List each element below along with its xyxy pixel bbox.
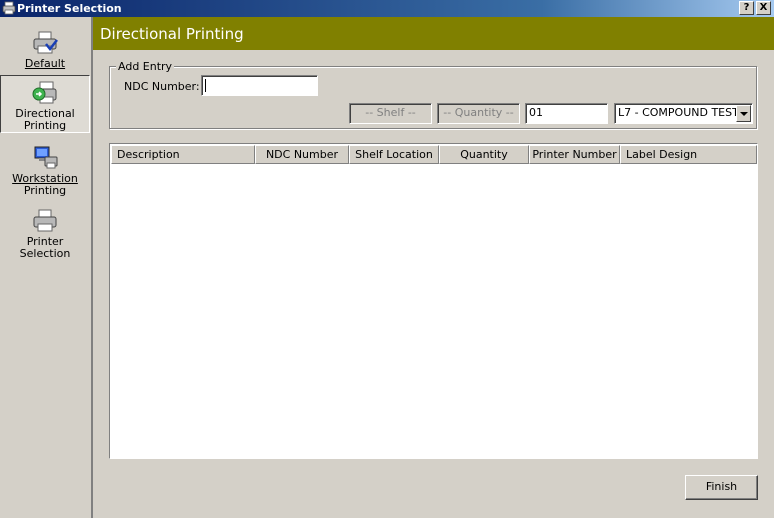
column-header-printer-number[interactable]: Printer Number — [529, 145, 620, 164]
sidebar-item-directional-printing[interactable]: Directional Printing — [0, 75, 90, 133]
title-bar: Printer Selection ? X — [0, 0, 774, 17]
add-entry-legend: Add Entry — [116, 60, 175, 73]
directional-printer-icon — [32, 81, 57, 104]
help-button[interactable]: ? — [739, 1, 754, 15]
column-header-ndc-number[interactable]: NDC Number — [255, 145, 349, 164]
quantity-field[interactable]: -- Quantity -- — [437, 103, 520, 124]
column-header-shelf-location[interactable]: Shelf Location — [349, 145, 439, 164]
shelf-field[interactable]: -- Shelf -- — [349, 103, 432, 124]
chevron-down-icon[interactable] — [736, 105, 751, 122]
printer-selection-window: Printer Selection ? X Default Directiona… — [0, 0, 774, 518]
text-cursor — [205, 78, 206, 92]
label-design-select[interactable]: L7 - COMPOUND TEST L — [614, 103, 753, 124]
printer-number-field[interactable]: 01 — [525, 103, 608, 124]
window-title: Printer Selection — [17, 2, 122, 15]
sidebar-item-label: Printing — [23, 184, 67, 197]
page-header: Directional Printing — [93, 17, 774, 50]
printer-icon — [33, 209, 57, 232]
workstation-icon — [34, 146, 58, 169]
sidebar-item-workstation-printing[interactable]: Workstation Printing — [0, 145, 90, 197]
page-title: Directional Printing — [100, 25, 244, 43]
ndc-number-input[interactable] — [201, 75, 318, 96]
entries-table[interactable]: Description NDC Number Shelf Location Qu… — [109, 143, 758, 459]
sidebar-item-default[interactable]: Default — [0, 30, 90, 80]
finish-button[interactable]: Finish — [685, 475, 758, 500]
ndc-number-label: NDC Number: — [124, 80, 200, 93]
sidebar-item-label: Default — [24, 57, 66, 70]
sidebar-item-label: Selection — [19, 247, 71, 260]
column-header-description[interactable]: Description — [111, 145, 255, 164]
column-header-quantity[interactable]: Quantity — [439, 145, 529, 164]
printer-check-icon — [33, 31, 58, 54]
sidebar: Default Directional Printing Workstation — [0, 17, 93, 518]
printer-icon — [2, 1, 16, 15]
label-design-value: L7 - COMPOUND TEST L — [618, 106, 749, 119]
column-header-label-design[interactable]: Label Design — [620, 145, 757, 164]
sidebar-item-label: Printing — [23, 119, 67, 132]
sidebar-item-printer-selection[interactable]: Printer Selection — [0, 208, 90, 260]
close-button[interactable]: X — [756, 1, 771, 15]
